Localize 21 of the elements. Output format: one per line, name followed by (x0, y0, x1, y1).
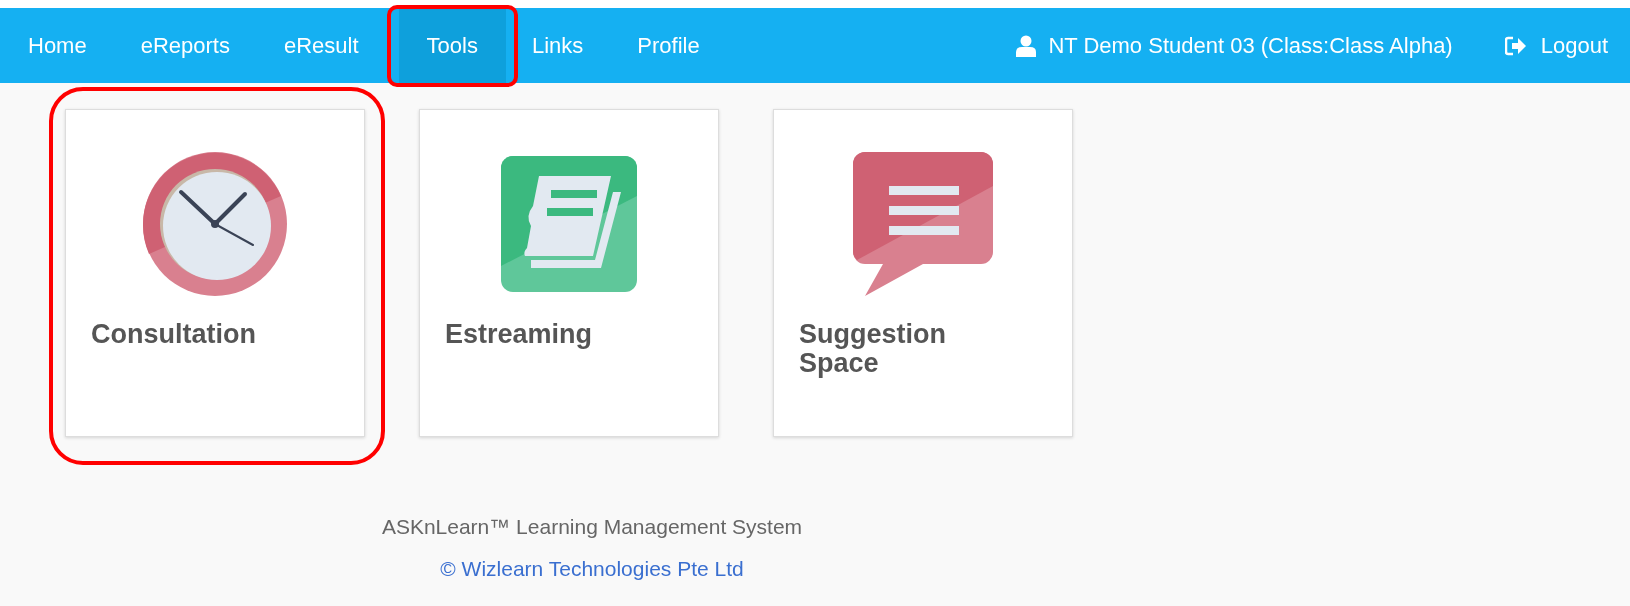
clock-icon (141, 150, 289, 298)
tile-label: Consultation (90, 318, 257, 349)
user-name: NT Demo Student 03 (Class:Class Alpha) (1048, 32, 1453, 60)
nav-link[interactable]: eReports (120, 8, 250, 83)
logout-icon (1504, 35, 1527, 56)
nav-link[interactable]: Profile (617, 8, 720, 83)
tile-label: Suggestion Space (798, 318, 947, 378)
speech-bubble-icon (853, 152, 993, 296)
system-name: ASKnLearn™ Learning Management System (381, 514, 803, 540)
tool-tile[interactable]: Suggestion Space (773, 109, 1073, 437)
tool-tile[interactable]: Estreaming (419, 109, 719, 437)
nav-link[interactable]: Home (8, 8, 107, 83)
logout-link[interactable]: Logout (1504, 8, 1608, 83)
nav-link[interactable]: eResult (263, 8, 379, 83)
nav-link[interactable]: Tools (398, 8, 506, 83)
copyright-link[interactable]: © Wizlearn Technologies Pte Ltd (440, 552, 744, 584)
tile-label: Estreaming (444, 318, 594, 349)
nav-link[interactable]: Links (511, 8, 604, 83)
user-icon (1016, 34, 1037, 57)
tool-tile[interactable]: Consultation (65, 109, 365, 437)
book-icon (501, 156, 637, 292)
